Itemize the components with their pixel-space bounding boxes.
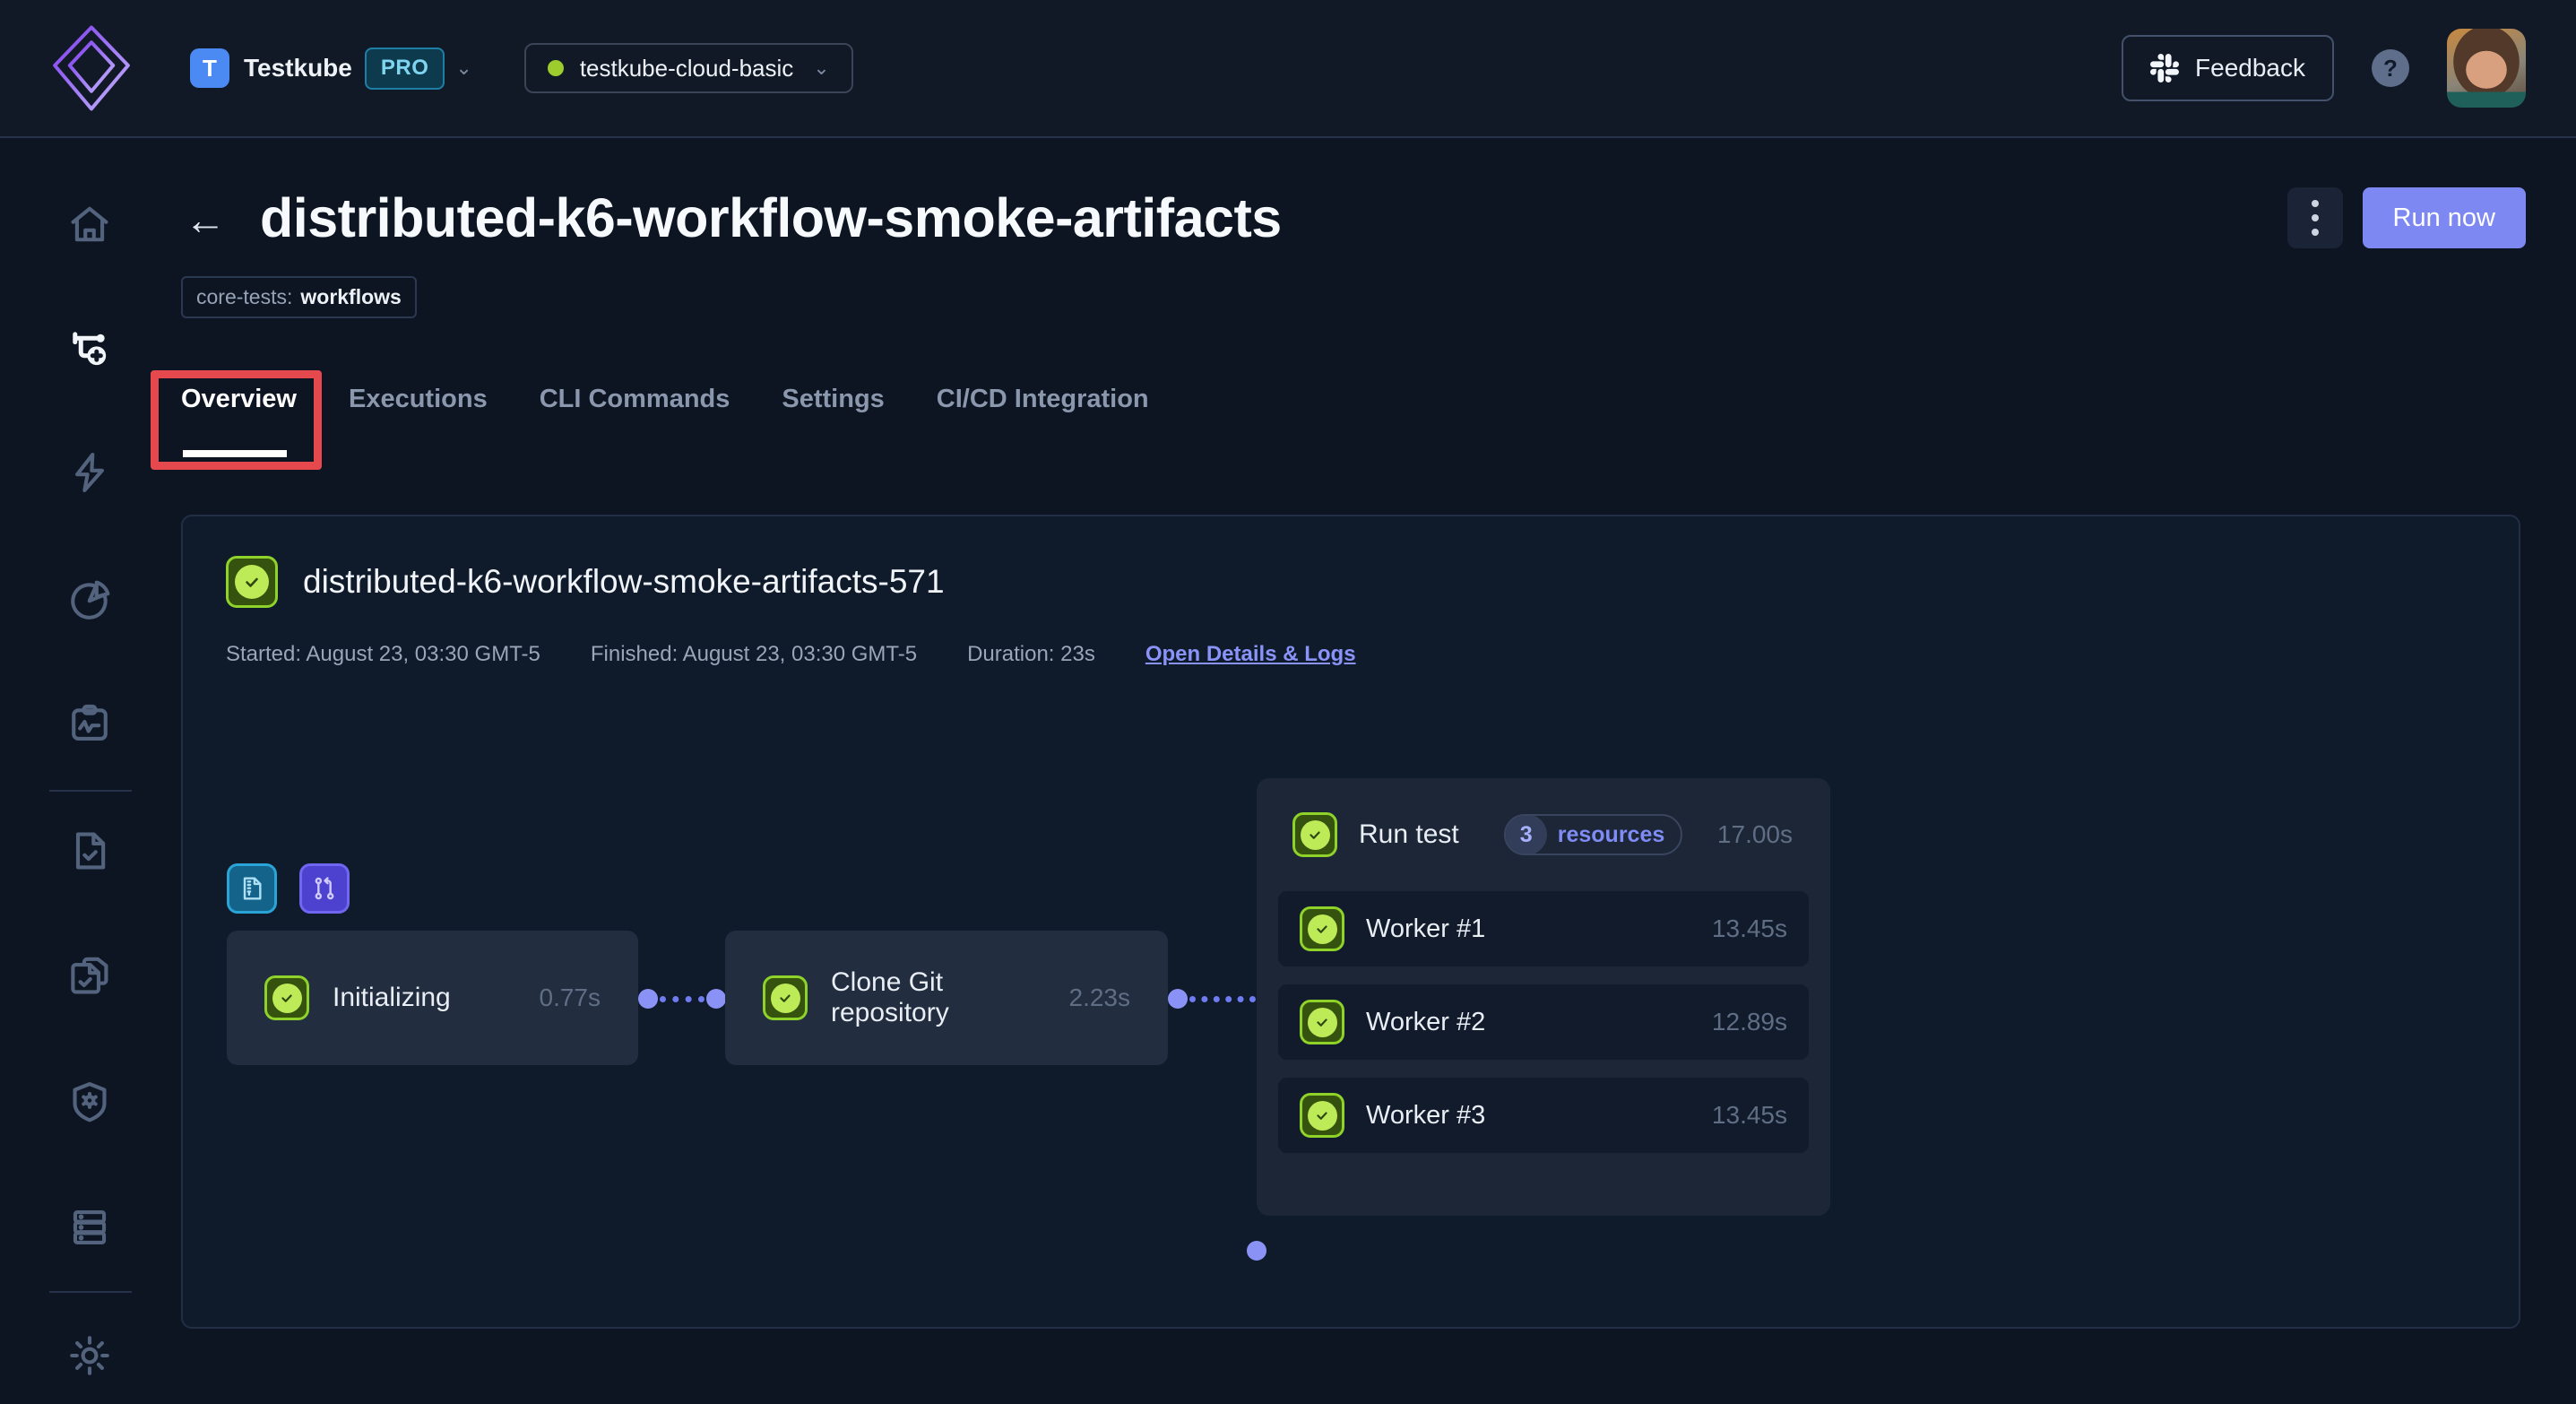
- archive-file-icon: [238, 874, 266, 903]
- status-passed-icon: [1292, 812, 1337, 857]
- tab-cicd-integration[interactable]: CI/CD Integration: [937, 385, 1149, 457]
- page-title: distributed-k6-workflow-smoke-artifacts: [260, 186, 1282, 249]
- tab-bar: Overview Executions CLI Commands Setting…: [181, 385, 2576, 457]
- worker-duration: 13.45s: [1712, 1101, 1787, 1130]
- tab-overview[interactable]: Overview: [181, 385, 297, 457]
- status-passed-icon: [1300, 1093, 1344, 1138]
- lightning-icon: [66, 449, 113, 496]
- health-monitor-icon: [66, 700, 113, 747]
- environment-status-dot: [548, 60, 564, 76]
- user-avatar[interactable]: [2447, 29, 2526, 108]
- label-value: workflows: [300, 285, 401, 309]
- node-label: Initializing: [333, 983, 451, 1013]
- node-duration: 2.23s: [1069, 984, 1131, 1012]
- tab-label: Overview: [181, 385, 297, 413]
- org-selector[interactable]: T Testkube PRO ⌄: [190, 48, 472, 90]
- tab-label: Settings: [782, 385, 884, 413]
- kebab-dot: [2312, 214, 2319, 221]
- top-header: T Testkube PRO ⌄ testkube-cloud-basic ⌄ …: [0, 0, 2576, 138]
- resources-label: resources: [1558, 822, 1665, 848]
- testkube-logo-icon[interactable]: [50, 23, 133, 113]
- home-icon: [66, 202, 113, 248]
- workflow-diagram: Initializing 0.77s Clone Git repository …: [183, 516, 2519, 1327]
- tab-executions[interactable]: Executions: [349, 385, 488, 457]
- workflow-label-badge: core-tests: workflows: [181, 276, 417, 318]
- gear-icon: [66, 1332, 113, 1379]
- org-name: Testkube: [244, 54, 352, 82]
- active-tab-underline: [183, 450, 287, 457]
- plan-badge: PRO: [365, 48, 445, 90]
- latest-execution-card: distributed-k6-workflow-smoke-artifacts-…: [181, 515, 2520, 1329]
- tab-settings[interactable]: Settings: [782, 385, 884, 457]
- worker-row-2[interactable]: Worker #2 12.89s: [1278, 984, 1809, 1060]
- sidebar-nav: [0, 138, 179, 1404]
- environment-name: testkube-cloud-basic: [580, 55, 793, 82]
- worker-label: Worker #1: [1366, 914, 1485, 944]
- workflow-connector: [1168, 988, 1258, 1010]
- back-button[interactable]: ←: [185, 199, 226, 240]
- status-passed-icon: [763, 975, 808, 1020]
- workflow-node-clone-git[interactable]: Clone Git repository 2.23s: [725, 931, 1168, 1065]
- status-passed-icon: [1300, 906, 1344, 951]
- worker-label: Worker #3: [1366, 1101, 1485, 1131]
- status-passed-icon: [1300, 1000, 1344, 1044]
- sidebar-item-test-workflows[interactable]: [61, 318, 118, 376]
- slack-icon: [2150, 54, 2179, 82]
- node-duration: 17.00s: [1717, 820, 1793, 849]
- tab-cli-commands[interactable]: CLI Commands: [540, 385, 730, 457]
- sidebar-item-webhooks[interactable]: [61, 1073, 118, 1131]
- workflow-connector: [638, 988, 726, 1010]
- help-button[interactable]: ?: [2372, 49, 2409, 87]
- environment-selector[interactable]: testkube-cloud-basic ⌄: [524, 43, 853, 93]
- resources-count: 3: [1506, 814, 1547, 855]
- artifacts-file-button[interactable]: [227, 863, 277, 914]
- worker-duration: 12.89s: [1712, 1008, 1787, 1036]
- workflow-group-run-test: Run test 3 resources 17.00s Worker #1 13…: [1257, 778, 1830, 1216]
- sidebar-item-dashboard[interactable]: [61, 196, 118, 254]
- feedback-label: Feedback: [2195, 54, 2305, 82]
- documents-stack-icon: [66, 952, 113, 999]
- document-check-icon: [66, 828, 113, 874]
- sidebar-item-triggers[interactable]: [61, 444, 118, 501]
- test-workflows-icon: [66, 324, 113, 370]
- diagram-view-toggle-button[interactable]: [299, 863, 350, 914]
- label-key: core-tests:: [196, 285, 292, 309]
- sidebar-item-status-pages[interactable]: [61, 695, 118, 752]
- run-now-button[interactable]: Run now: [2363, 187, 2526, 248]
- tab-label: CI/CD Integration: [937, 385, 1149, 413]
- node-label: Run test: [1359, 819, 1459, 850]
- shield-gear-icon: [66, 1079, 113, 1125]
- sidebar-divider: [49, 790, 132, 792]
- status-passed-icon: [264, 975, 309, 1020]
- node-duration: 0.77s: [540, 984, 601, 1012]
- tab-label: Executions: [349, 385, 488, 413]
- connector-endpoint-dot: [1247, 1241, 1266, 1261]
- worker-row-1[interactable]: Worker #1 13.45s: [1278, 891, 1809, 966]
- worker-duration: 13.45s: [1712, 914, 1787, 943]
- tab-label: CLI Commands: [540, 385, 730, 413]
- chevron-down-icon: ⌄: [813, 56, 829, 80]
- node-label: Clone Git repository: [831, 967, 1046, 1028]
- worker-label: Worker #2: [1366, 1008, 1485, 1037]
- resources-badge[interactable]: 3 resources: [1504, 814, 1683, 855]
- sidebar-item-settings[interactable]: [61, 1327, 118, 1384]
- sidebar-divider: [49, 1291, 132, 1293]
- workflow-node-initializing[interactable]: Initializing 0.77s: [227, 931, 638, 1065]
- sidebar-item-insights[interactable]: [61, 572, 118, 629]
- kebab-dot: [2312, 229, 2319, 236]
- sidebar-item-test-suites[interactable]: [61, 947, 118, 1004]
- chevron-down-icon: ⌄: [455, 56, 471, 80]
- more-options-button[interactable]: [2287, 187, 2343, 248]
- feedback-button[interactable]: Feedback: [2122, 35, 2334, 101]
- workflow-node-run-test[interactable]: Run test 3 resources 17.00s: [1278, 802, 1809, 868]
- sidebar-item-executors[interactable]: [61, 1199, 118, 1256]
- org-avatar: T: [190, 48, 229, 88]
- server-rack-icon: [66, 1204, 113, 1251]
- kebab-dot: [2312, 200, 2319, 207]
- sidebar-item-tests[interactable]: [61, 822, 118, 880]
- main-content: ← distributed-k6-workflow-smoke-artifact…: [179, 138, 2576, 1404]
- pie-chart-icon: [66, 577, 113, 624]
- worker-row-3[interactable]: Worker #3 13.45s: [1278, 1078, 1809, 1153]
- git-compare-icon: [310, 874, 339, 903]
